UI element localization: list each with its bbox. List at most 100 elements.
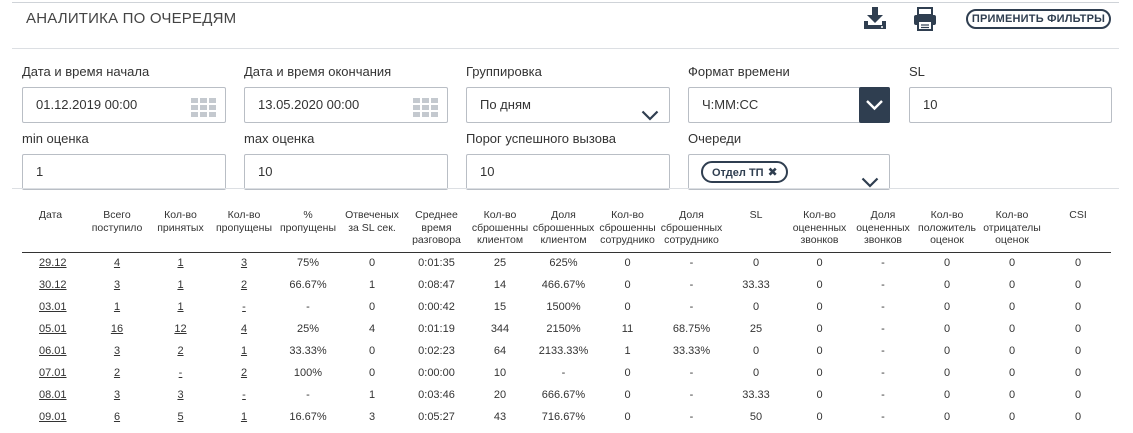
column-header[interactable]: Доля сброшенных сотруднико xyxy=(659,205,724,253)
table-cell: 0 xyxy=(943,301,951,313)
table-cell: 0 xyxy=(1008,279,1016,291)
table-cell[interactable]: 4 xyxy=(85,252,149,274)
grouping-select[interactable]: По дням xyxy=(466,87,670,123)
table-cell: 0 xyxy=(624,279,631,291)
table-cell: 0 xyxy=(943,345,951,357)
time-format-value: Ч:ММ:СС xyxy=(702,97,759,112)
table-cell[interactable]: 2 xyxy=(212,274,276,296)
table-cell[interactable]: 1 xyxy=(85,296,149,318)
column-header[interactable]: Всего поступило xyxy=(85,205,149,253)
column-header[interactable]: Кол-во пропущены xyxy=(212,205,276,253)
table-cell: 0 xyxy=(1008,389,1016,401)
date-cell[interactable]: 06.01 xyxy=(22,340,85,362)
date-cell[interactable]: 30.12 xyxy=(22,274,85,296)
column-header-line: Кол-во xyxy=(803,209,836,221)
calendar-icon[interactable] xyxy=(191,96,217,117)
column-header-line: пропущены xyxy=(279,221,336,234)
column-header[interactable]: Кол-во отрицателы оценок xyxy=(979,205,1045,253)
printer-icon[interactable] xyxy=(912,6,938,32)
table-cell: 16.67% xyxy=(289,411,327,423)
column-header[interactable]: Кол-во сброшенны сотруднико xyxy=(596,205,659,253)
column-header[interactable]: SL xyxy=(724,205,788,253)
calendar-icon[interactable] xyxy=(413,96,439,117)
max-score-label: max оценка xyxy=(244,131,315,146)
chevron-down-icon[interactable] xyxy=(861,167,879,188)
column-header[interactable]: Кол-во положитель оценок xyxy=(915,205,979,253)
column-header[interactable]: Кол-во сброшенны клиентом xyxy=(469,205,531,253)
table-cell: - xyxy=(306,301,310,313)
table-cell: 0:05:27 xyxy=(418,411,455,423)
date-cell[interactable]: 08.01 xyxy=(22,384,85,406)
table-cell[interactable]: - xyxy=(149,362,212,384)
end-datetime-input[interactable]: 13.05.2020 00:00 xyxy=(244,87,448,123)
column-header-line: Кол-во xyxy=(611,209,644,221)
table-cell[interactable]: 2 xyxy=(85,362,149,384)
table-cell: 0 xyxy=(1008,257,1016,270)
table-cell[interactable]: 3 xyxy=(85,384,149,406)
start-datetime-input[interactable]: 01.12.2019 00:00 xyxy=(22,87,226,123)
download-icon[interactable] xyxy=(862,6,888,32)
sl-input[interactable]: 10 xyxy=(909,87,1112,123)
table-cell[interactable]: 1 xyxy=(149,252,212,274)
table-cell[interactable]: 3 xyxy=(149,384,212,406)
table-cell: 0:01:35 xyxy=(418,257,455,270)
column-header-line: Всего xyxy=(103,209,131,221)
queue-tag[interactable]: Отдел ТП ✖ xyxy=(701,161,788,183)
column-header[interactable]: Доля оцененных звонков xyxy=(851,205,915,253)
column-header[interactable]: CSI xyxy=(1045,205,1111,253)
filters-divider xyxy=(12,188,1119,189)
table-cell[interactable]: 12 xyxy=(149,318,212,340)
date-cell[interactable]: 07.01 xyxy=(22,362,85,384)
table-cell[interactable]: - xyxy=(212,384,276,406)
time-format-label: Формат времени xyxy=(688,64,790,79)
table-cell: 0 xyxy=(1008,345,1016,357)
table-cell[interactable]: 3 xyxy=(212,252,276,274)
table-cell: - xyxy=(881,323,885,335)
date-cell[interactable]: 03.01 xyxy=(22,296,85,318)
table-cell[interactable]: 2 xyxy=(149,340,212,362)
success-threshold-input[interactable]: 10 xyxy=(466,154,670,190)
min-score-input[interactable]: 1 xyxy=(22,154,226,190)
table-cell: - xyxy=(689,279,694,291)
queues-select[interactable]: Отдел ТП ✖ xyxy=(688,154,890,190)
table-cell: 4 xyxy=(368,323,376,335)
table-cell: 0 xyxy=(624,257,631,270)
table-cell[interactable]: - xyxy=(212,296,276,318)
close-icon[interactable]: ✖ xyxy=(768,163,778,181)
column-header[interactable]: Кол-во принятых xyxy=(149,205,212,253)
table-cell[interactable]: 5 xyxy=(149,406,212,428)
table-cell[interactable]: 3 xyxy=(85,340,149,362)
column-header[interactable]: Доля сброшенных клиентом xyxy=(531,205,596,253)
success-threshold-value: 10 xyxy=(480,164,495,179)
column-header[interactable]: Отвеченых за SL сек. xyxy=(340,205,404,253)
table-cell[interactable]: 1 xyxy=(212,406,276,428)
table-cell: 0:08:47 xyxy=(418,279,455,291)
table-cell: 0 xyxy=(1008,411,1016,423)
table-row: 06.01 3 2 1 33.33% 0 0:02:23 64 2133.33% 1 33.33% 0… xyxy=(22,340,1111,362)
table-cell[interactable]: 1 xyxy=(149,274,212,296)
apply-filters-button[interactable]: ПРИМЕНИТЬ ФИЛЬТРЫ xyxy=(966,9,1111,29)
column-header[interactable]: Среднее время разговора xyxy=(404,205,469,253)
table-cell: 10 xyxy=(493,367,507,379)
column-header[interactable]: Дата xyxy=(22,205,85,253)
table-cell[interactable]: 1 xyxy=(149,296,212,318)
table-cell[interactable]: 3 xyxy=(85,274,149,296)
date-cell[interactable]: 09.01 xyxy=(22,406,85,428)
table-cell[interactable]: 6 xyxy=(85,406,149,428)
max-score-input[interactable]: 10 xyxy=(244,154,448,190)
column-header-line: Среднее xyxy=(415,209,458,221)
table-cell[interactable]: 2 xyxy=(212,362,276,384)
chevron-down-icon[interactable] xyxy=(641,100,659,121)
column-header-line: оценок xyxy=(930,234,964,246)
queues-label: Очереди xyxy=(688,131,742,146)
table-cell[interactable]: 1 xyxy=(212,340,276,362)
time-format-select[interactable]: Ч:ММ:СС xyxy=(688,87,890,123)
table-cell[interactable]: 16 xyxy=(85,318,149,340)
table-cell[interactable]: 4 xyxy=(212,318,276,340)
column-header[interactable]: % пропущены xyxy=(276,205,340,253)
date-cell[interactable]: 29.12 xyxy=(22,252,85,274)
chevron-down-icon[interactable] xyxy=(859,87,890,123)
date-cell[interactable]: 05.01 xyxy=(22,318,85,340)
column-header[interactable]: Кол-во оцененных звонков xyxy=(788,205,851,253)
table-cell: 33.33% xyxy=(672,345,711,357)
